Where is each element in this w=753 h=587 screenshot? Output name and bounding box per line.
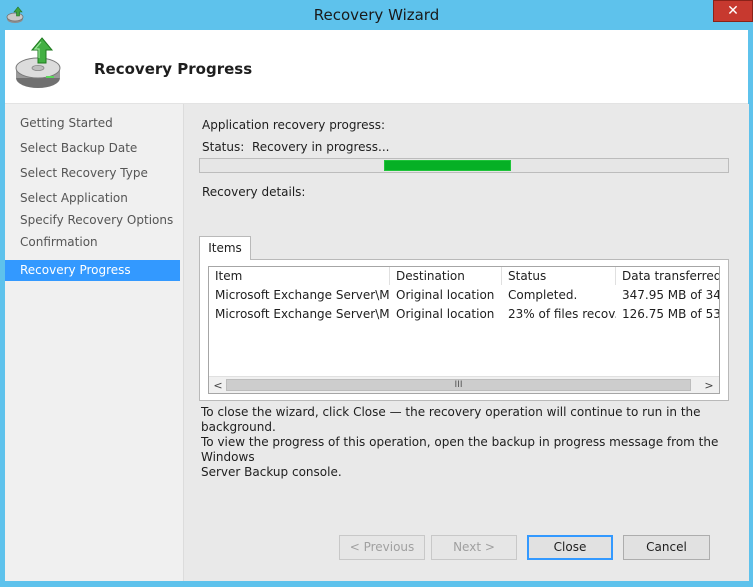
sidebar-item-confirmation[interactable]: Confirmation: [5, 232, 180, 253]
sidebar-item-recovery-progress[interactable]: Recovery Progress: [5, 260, 180, 281]
status-value: Recovery in progress...: [252, 140, 390, 154]
wizard-content: Application recovery progress: Status: R…: [183, 104, 749, 581]
progress-bar-fill: [384, 160, 511, 171]
table-row[interactable]: Microsoft Exchange Server\Mic... Origina…: [209, 305, 719, 324]
cancel-button[interactable]: Cancel: [623, 535, 710, 560]
column-header-data-transferred[interactable]: Data transferred: [616, 267, 719, 285]
close-wizard-note: To close the wizard, click Close — the r…: [201, 405, 736, 480]
column-header-status[interactable]: Status: [502, 267, 616, 285]
cell-data-transferred: 347.95 MB of 347...: [622, 288, 719, 302]
status-label: Status:: [202, 140, 245, 154]
progress-heading: Application recovery progress:: [202, 118, 386, 132]
cell-destination: Original location: [396, 288, 495, 302]
cell-destination: Original location: [396, 307, 495, 321]
scroll-right-icon[interactable]: >: [701, 378, 717, 393]
note-line-3: Server Backup console.: [201, 465, 342, 479]
recovery-items-list: Item Destination Status Data transferred…: [208, 266, 720, 394]
note-line-1: To close the wizard, click Close — the r…: [201, 405, 701, 434]
cell-status: Completed.: [508, 288, 578, 302]
sidebar-item-select-application[interactable]: Select Application: [5, 188, 180, 209]
table-row[interactable]: Microsoft Exchange Server\Mic... Origina…: [209, 286, 719, 305]
items-tab-panel: Item Destination Status Data transferred…: [199, 259, 729, 401]
sidebar-item-select-backup-date[interactable]: Select Backup Date: [5, 138, 180, 159]
window-close-button[interactable]: ✕: [713, 0, 753, 22]
cell-status: 23% of files recov...: [508, 307, 616, 321]
wizard-header: Recovery Progress: [5, 30, 748, 104]
page-title: Recovery Progress: [94, 60, 253, 78]
window-title: Recovery Wizard: [313, 6, 440, 24]
recovery-progress-bar: [199, 158, 729, 173]
tab-items[interactable]: Items: [199, 236, 251, 260]
wizard-client: Recovery Progress Getting Started Select…: [5, 30, 749, 581]
wizard-steps-sidebar: Getting Started Select Backup Date Selec…: [5, 104, 182, 581]
column-header-item[interactable]: Item: [209, 267, 390, 285]
note-line-2: To view the progress of this operation, …: [201, 435, 719, 464]
cell-data-transferred: 126.75 MB of 530...: [622, 307, 719, 321]
close-button[interactable]: Close: [527, 535, 613, 560]
previous-button[interactable]: < Previous: [339, 535, 425, 560]
column-header-destination[interactable]: Destination: [390, 267, 502, 285]
scroll-left-icon[interactable]: <: [210, 378, 226, 393]
sidebar-item-getting-started[interactable]: Getting Started: [5, 113, 180, 134]
cell-item: Microsoft Exchange Server\Mic...: [215, 307, 390, 321]
backup-disk-icon: [12, 36, 70, 94]
horizontal-scrollbar[interactable]: < III >: [209, 376, 719, 393]
scrollbar-thumb[interactable]: III: [226, 379, 691, 391]
title-bar: Recovery Wizard ✕: [0, 0, 753, 30]
cell-item: Microsoft Exchange Server\Mic...: [215, 288, 390, 302]
sidebar-item-select-recovery-type[interactable]: Select Recovery Type: [5, 163, 180, 184]
sidebar-item-specify-recovery-options[interactable]: Specify Recovery Options: [5, 210, 180, 231]
details-heading: Recovery details:: [202, 185, 306, 199]
next-button[interactable]: Next >: [431, 535, 517, 560]
